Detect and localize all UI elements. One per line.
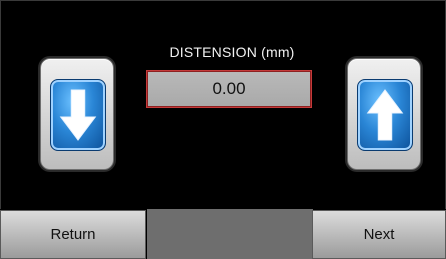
distension-label: DISTENSION (mm) [169, 44, 295, 60]
arrow-up-icon [357, 79, 413, 151]
decrease-button[interactable] [40, 58, 114, 170]
next-button[interactable]: Next [312, 210, 446, 259]
increase-button[interactable] [347, 58, 421, 170]
footer-spacer [147, 209, 313, 259]
distension-screen: DISTENSION (mm) 0.00 Return Next [0, 0, 446, 259]
return-button[interactable]: Return [0, 210, 146, 259]
next-button-label: Next [363, 226, 395, 243]
arrow-down-icon [50, 79, 106, 151]
return-button-label: Return [50, 226, 96, 243]
distension-value-display: 0.00 [146, 70, 312, 108]
distension-value: 0.00 [212, 79, 246, 98]
